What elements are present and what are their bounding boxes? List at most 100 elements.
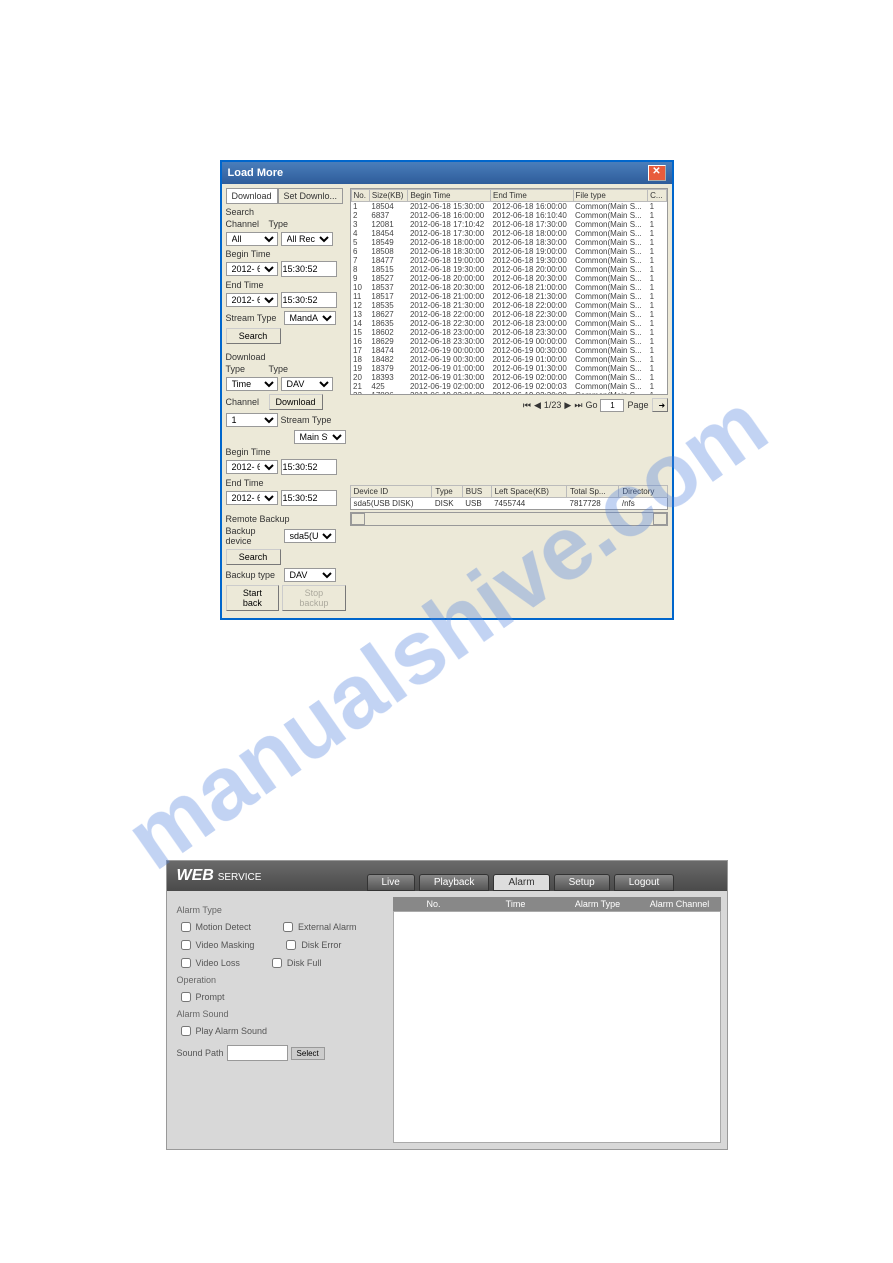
end-time-label: End Time bbox=[226, 280, 346, 290]
sound-path-input[interactable] bbox=[227, 1045, 288, 1061]
web-header: WEB SERVICE Live Playback Alarm Setup Lo… bbox=[167, 861, 727, 891]
table-row[interactable]: 214252012-06-19 02:00:002012-06-19 02:00… bbox=[351, 382, 666, 391]
search-heading: Search bbox=[226, 207, 346, 217]
start-backup-button[interactable]: Start back bbox=[226, 585, 280, 611]
table-row[interactable]: 9185272012-06-18 20:00:002012-06-18 20:3… bbox=[351, 274, 666, 283]
file-col-header[interactable]: Begin Time bbox=[408, 190, 491, 202]
chk-prompt[interactable]: Prompt bbox=[177, 989, 377, 1005]
chk-play-sound[interactable]: Play Alarm Sound bbox=[177, 1023, 377, 1039]
table-row[interactable]: 18184822012-06-19 00:30:002012-06-19 01:… bbox=[351, 355, 666, 364]
download-button[interactable]: Download bbox=[269, 394, 323, 410]
horizontal-scrollbar[interactable] bbox=[350, 512, 668, 526]
channel-select[interactable]: All bbox=[226, 232, 278, 246]
search-button[interactable]: Search bbox=[226, 328, 281, 344]
file-col-header[interactable]: No. bbox=[351, 190, 369, 202]
close-icon[interactable]: ✕ bbox=[648, 165, 666, 181]
table-row[interactable]: 268372012-06-18 16:00:002012-06-18 16:10… bbox=[351, 211, 666, 220]
table-row[interactable]: 6185082012-06-18 18:30:002012-06-18 19:0… bbox=[351, 247, 666, 256]
go-button[interactable]: ➜ bbox=[652, 398, 668, 412]
device-col-header[interactable]: BUS bbox=[462, 486, 491, 498]
dl-begin-time[interactable] bbox=[281, 459, 337, 475]
stop-backup-button[interactable]: Stop backup bbox=[282, 585, 345, 611]
table-row[interactable]: 16186292012-06-18 23:30:002012-06-19 00:… bbox=[351, 337, 666, 346]
chk-video-loss[interactable]: Video Loss bbox=[177, 955, 240, 971]
select-button[interactable]: Select bbox=[291, 1047, 325, 1060]
table-row[interactable]: 7184772012-06-18 19:00:002012-06-18 19:3… bbox=[351, 256, 666, 265]
device-row[interactable]: sda5(USB DISK)DISKUSB74557447817728/nfs bbox=[350, 498, 667, 510]
alarm-type-heading: Alarm Type bbox=[177, 905, 377, 915]
begin-date[interactable]: 2012- 6-18 bbox=[226, 262, 278, 276]
dl-fmt-select[interactable]: DAV bbox=[281, 377, 333, 391]
table-row[interactable]: 8185152012-06-18 19:30:002012-06-18 20:0… bbox=[351, 265, 666, 274]
chk-video-masking[interactable]: Video Masking bbox=[177, 937, 255, 953]
device-col-header[interactable]: Type bbox=[432, 486, 462, 498]
backup-type-select[interactable]: DAV bbox=[284, 568, 336, 582]
last-page-icon[interactable]: ⏭ bbox=[574, 400, 582, 411]
table-row[interactable]: 1185042012-06-18 15:30:002012-06-18 16:0… bbox=[351, 202, 666, 212]
dl-stream-select[interactable]: Main Strea bbox=[294, 430, 346, 444]
file-col-header[interactable]: C... bbox=[648, 190, 666, 202]
device-col-header[interactable]: Directory bbox=[619, 486, 667, 498]
table-row[interactable]: 3120812012-06-18 17:10:422012-06-18 17:3… bbox=[351, 220, 666, 229]
stream-label: Stream Type bbox=[226, 313, 281, 323]
nav-playback[interactable]: Playback bbox=[419, 874, 490, 891]
first-page-icon[interactable]: ⏮ bbox=[523, 400, 531, 411]
backup-device-select[interactable]: sda5(USB bbox=[284, 529, 336, 543]
chk-disk-full[interactable]: Disk Full bbox=[268, 955, 322, 971]
sound-path-label: Sound Path bbox=[177, 1048, 224, 1058]
device-col-header[interactable]: Left Space(KB) bbox=[491, 486, 566, 498]
begin-time-label: Begin Time bbox=[226, 249, 346, 259]
pager: ⏮ ◀ 1/23 ▶ ⏭ Go Page ➜ bbox=[350, 395, 668, 415]
nav-setup[interactable]: Setup bbox=[554, 874, 610, 891]
tab-set-download[interactable]: Set Downlo... bbox=[278, 188, 344, 204]
web-logo: WEB SERVICE bbox=[177, 867, 262, 883]
page-input[interactable] bbox=[600, 399, 624, 412]
type-label: Type bbox=[269, 219, 309, 229]
stream-select[interactable]: MandAStrea bbox=[284, 311, 336, 325]
file-col-header[interactable]: End Time bbox=[490, 190, 573, 202]
titlebar[interactable]: Load More ✕ bbox=[222, 162, 672, 184]
operation-heading: Operation bbox=[177, 975, 377, 985]
dl-end-date[interactable]: 2012- 6-19 bbox=[226, 491, 278, 505]
dl-end-time[interactable] bbox=[281, 490, 337, 506]
begin-time[interactable] bbox=[281, 261, 337, 277]
table-row[interactable]: 13186272012-06-18 22:00:002012-06-18 22:… bbox=[351, 310, 666, 319]
file-table[interactable]: No.Size(KB)Begin TimeEnd TimeFile typeC.… bbox=[351, 189, 667, 395]
alarm-table-body[interactable] bbox=[393, 911, 721, 1143]
chk-disk-error[interactable]: Disk Error bbox=[282, 937, 341, 953]
dl-fmt-label: Type bbox=[269, 364, 309, 374]
table-row[interactable]: 4184542012-06-18 17:30:002012-06-18 18:0… bbox=[351, 229, 666, 238]
type-select[interactable]: All Record bbox=[281, 232, 333, 246]
table-row[interactable]: 14186352012-06-18 22:30:002012-06-18 23:… bbox=[351, 319, 666, 328]
table-row[interactable]: 15186022012-06-18 23:00:002012-06-18 23:… bbox=[351, 328, 666, 337]
table-row[interactable]: 19183792012-06-19 01:00:002012-06-19 01:… bbox=[351, 364, 666, 373]
nav-logout[interactable]: Logout bbox=[614, 874, 675, 891]
table-row[interactable]: 12185352012-06-18 21:30:002012-06-18 22:… bbox=[351, 301, 666, 310]
table-row[interactable]: 20183932012-06-19 01:30:002012-06-19 02:… bbox=[351, 373, 666, 382]
table-row[interactable]: 17184742012-06-19 00:00:002012-06-19 00:… bbox=[351, 346, 666, 355]
prev-page-icon[interactable]: ◀ bbox=[534, 400, 541, 411]
channel-label: Channel bbox=[226, 219, 266, 229]
file-col-header[interactable]: Size(KB) bbox=[369, 190, 408, 202]
end-date[interactable]: 2012- 6-19 bbox=[226, 293, 278, 307]
file-col-header[interactable]: File type bbox=[573, 190, 648, 202]
device-col-header[interactable]: Device ID bbox=[350, 486, 432, 498]
table-row[interactable]: 10185372012-06-18 20:30:002012-06-18 21:… bbox=[351, 283, 666, 292]
end-time[interactable] bbox=[281, 292, 337, 308]
next-page-icon[interactable]: ▶ bbox=[564, 400, 571, 411]
chk-external-alarm[interactable]: External Alarm bbox=[279, 919, 357, 935]
nav-alarm[interactable]: Alarm bbox=[493, 874, 549, 891]
tab-download[interactable]: Download bbox=[226, 188, 278, 204]
dl-type-select[interactable]: Time bbox=[226, 377, 278, 391]
backup-search-button[interactable]: Search bbox=[226, 549, 281, 565]
dl-channel-select[interactable]: 1 bbox=[226, 413, 278, 427]
device-table[interactable]: Device IDTypeBUSLeft Space(KB)Total Sp..… bbox=[350, 485, 668, 510]
table-row[interactable]: 11185172012-06-18 21:00:002012-06-18 21:… bbox=[351, 292, 666, 301]
alarm-sound-heading: Alarm Sound bbox=[177, 1009, 377, 1019]
device-col-header[interactable]: Total Sp... bbox=[567, 486, 619, 498]
dl-begin-date[interactable]: 2012- 6-18 bbox=[226, 460, 278, 474]
chk-motion-detect[interactable]: Motion Detect bbox=[177, 919, 252, 935]
table-row[interactable]: 5185492012-06-18 18:00:002012-06-18 18:3… bbox=[351, 238, 666, 247]
nav-live[interactable]: Live bbox=[367, 874, 415, 891]
dl-begin-label: Begin Time bbox=[226, 447, 346, 457]
